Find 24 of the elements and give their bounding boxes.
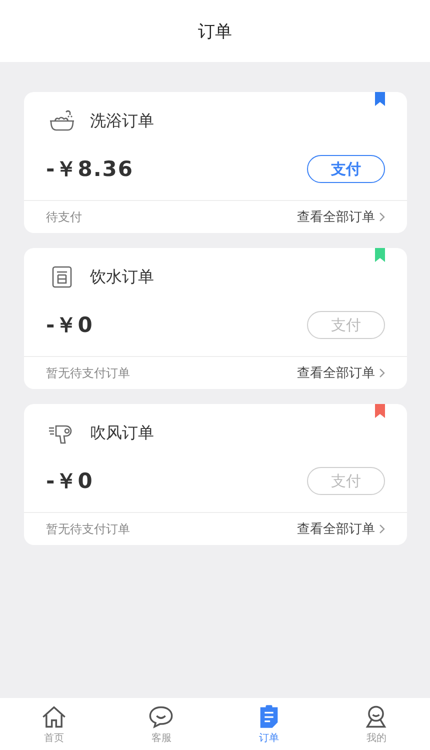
chevron-right-icon xyxy=(379,368,385,378)
status-text: 暂无待支付订单 xyxy=(46,364,131,382)
order-type-label: 吹风订单 xyxy=(90,422,154,444)
status-text: 待支付 xyxy=(46,208,83,226)
tab-item[interactable]: 订单 xyxy=(215,698,322,750)
tab-item[interactable]: 客服 xyxy=(108,698,215,750)
tab-item[interactable]: 首页 xyxy=(0,698,108,750)
amount-text: -￥8.36 xyxy=(46,156,134,183)
tab-item[interactable]: 我的 xyxy=(322,698,430,750)
chat-bubble-icon xyxy=(148,704,174,730)
view-all-orders-link[interactable]: 查看全部订单 xyxy=(297,520,375,538)
chevron-right-icon xyxy=(379,524,385,534)
chevron-right-icon xyxy=(379,212,385,222)
view-all-orders-link[interactable]: 查看全部订单 xyxy=(297,208,375,226)
status-text: 暂无待支付订单 xyxy=(46,520,131,538)
order-type-label: 饮水订单 xyxy=(90,266,154,288)
bathtub-icon xyxy=(48,109,76,133)
amount-text: -￥0 xyxy=(46,312,94,339)
view-all-orders-link[interactable]: 查看全部订单 xyxy=(297,364,375,382)
page-title: 订单 xyxy=(198,20,232,42)
amount-text: -￥0 xyxy=(46,468,94,495)
pay-button[interactable]: 支付 xyxy=(307,155,385,183)
order-type-label: 洗浴订单 xyxy=(90,110,154,132)
home-icon xyxy=(40,704,67,730)
